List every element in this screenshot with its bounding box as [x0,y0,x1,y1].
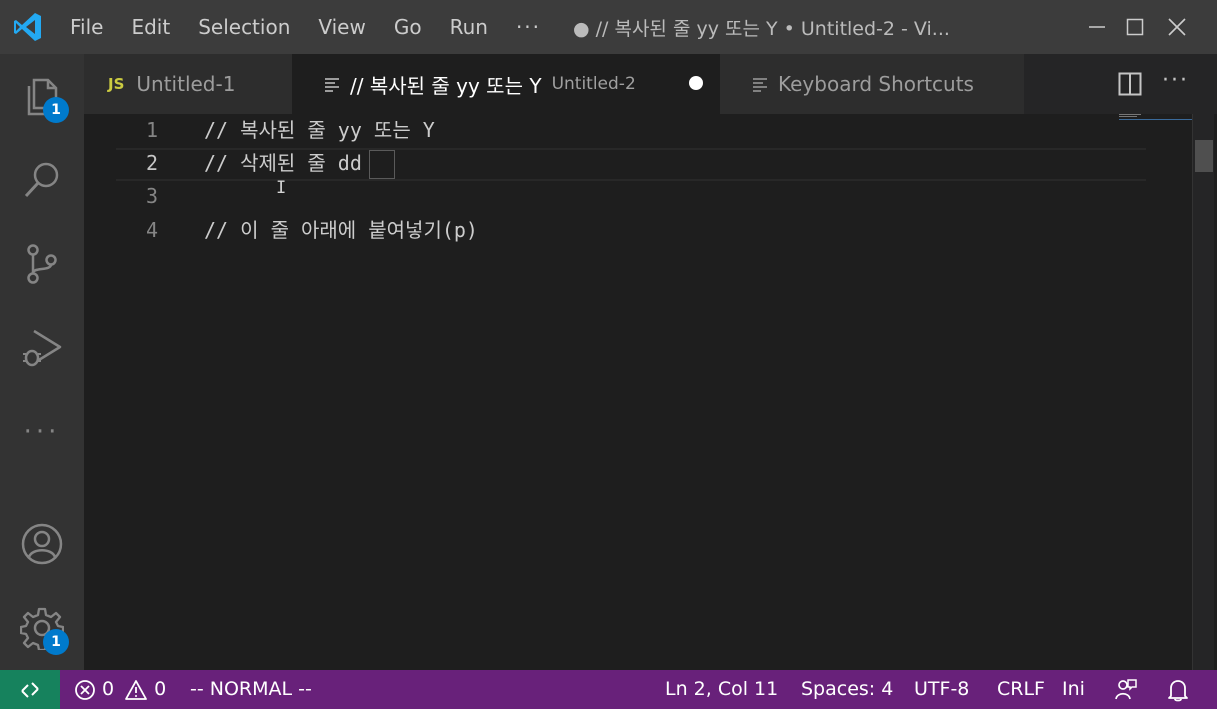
text-file-icon [325,78,339,92]
line-number: 4 [145,218,158,242]
tab-untitled-2[interactable]: // 복사된 줄 yy 또는 Y Untitled-2 [292,54,720,114]
remote-button[interactable] [0,670,60,709]
cursor-position[interactable]: Ln 2, Col 11 [665,670,778,709]
explorer-badge: 1 [43,97,69,123]
menu-bar: File Edit Selection View Go Run ··· [56,0,555,54]
feedback-icon [1115,678,1137,699]
menu-view[interactable]: View [304,0,379,54]
run-debug-button[interactable] [0,306,84,390]
accounts-button[interactable] [0,502,84,586]
split-editor-icon [1118,72,1142,96]
warning-count: 0 [154,678,167,700]
problems-indicator[interactable]: 0 0 [74,670,166,709]
tab-label: Keyboard Shortcuts [778,72,974,96]
ellipsis-icon: ··· [23,417,61,447]
menu-run[interactable]: Run [436,0,502,54]
feedback-button[interactable] [1114,670,1138,709]
vim-mode[interactable]: -- NORMAL -- [190,670,312,709]
menu-more-icon[interactable]: ··· [502,15,555,39]
vertical-scrollbar[interactable] [1192,114,1214,670]
search-button[interactable] [0,138,84,222]
status-bar: 0 0 -- NORMAL -- Ln 2, Col 11 Spaces: 4 … [0,670,1217,709]
code-line: 3 [84,180,1114,213]
more-views-button[interactable]: ··· [0,390,84,474]
close-window-button[interactable] [1137,0,1217,54]
settings-badge: 1 [43,629,69,655]
menu-edit[interactable]: Edit [117,0,184,54]
source-control-button[interactable] [0,222,84,306]
vscode-logo-icon[interactable] [0,0,56,54]
source-control-icon [27,244,57,284]
activity-bar: 1 ··· 1 [0,54,84,670]
code-line: 4 // 이 줄 아래에 붙여넣기(p) [84,214,1114,247]
run-debug-icon [23,329,62,367]
menu-go[interactable]: Go [380,0,436,54]
mouse-ibeam-icon: I [276,178,287,198]
text-file-icon [753,78,767,92]
editor-area[interactable]: 1 // 복사된 줄 yy 또는 Y 2 // 삭제된 줄 dd 3 4 // … [84,114,1217,670]
line-text[interactable]: // 복사된 줄 yy 또는 Y [204,114,435,147]
line-ending[interactable]: CRLF [997,670,1045,709]
unsaved-dot-icon[interactable] [689,76,703,90]
menu-selection[interactable]: Selection [184,0,304,54]
account-icon [21,523,63,565]
encoding[interactable]: UTF-8 [914,670,969,709]
javascript-file-icon: JS [108,75,125,93]
menu-file[interactable]: File [56,0,117,54]
tab-label: Untitled-1 [136,72,236,96]
tab-untitled-1[interactable]: JS Untitled-1 [84,54,292,114]
close-icon [1168,18,1186,36]
tab-bar: JS Untitled-1 // 복사된 줄 yy 또는 Y Untitled-… [84,54,1217,114]
scrollbar-thumb[interactable] [1195,140,1213,172]
tab-label: // 복사된 줄 yy 또는 Y [350,73,542,98]
indentation[interactable]: Spaces: 4 [801,670,893,709]
bell-icon [1168,679,1188,701]
tab-description: Untitled-2 [551,74,636,94]
current-line-highlight [116,148,1146,181]
warning-icon [125,679,147,700]
remote-icon [21,681,39,698]
minimap[interactable] [1119,114,1193,120]
split-editor-button[interactable] [1118,72,1142,100]
notifications-button[interactable] [1167,670,1189,709]
error-count: 0 [102,678,115,700]
window-title: ● // 복사된 줄 yy 또는 Y • Untitled-2 - Vi... [573,17,950,40]
error-icon [75,679,95,700]
language-mode[interactable]: Ini [1062,670,1085,709]
line-number: 1 [145,118,158,142]
block-cursor [369,150,395,179]
title-bar: File Edit Selection View Go Run ··· ● //… [0,0,1217,54]
line-text[interactable]: // 이 줄 아래에 붙여넣기(p) [204,214,478,247]
line-number: 3 [145,184,158,208]
explorer-button[interactable]: 1 [0,54,84,138]
code-line: 1 // 복사된 줄 yy 또는 Y [84,114,1114,147]
tab-keyboard-shortcuts[interactable]: Keyboard Shortcuts [720,54,1024,114]
search-icon [24,162,59,198]
more-actions-icon[interactable]: ··· [1162,68,1189,93]
manage-button[interactable]: 1 [0,586,84,670]
